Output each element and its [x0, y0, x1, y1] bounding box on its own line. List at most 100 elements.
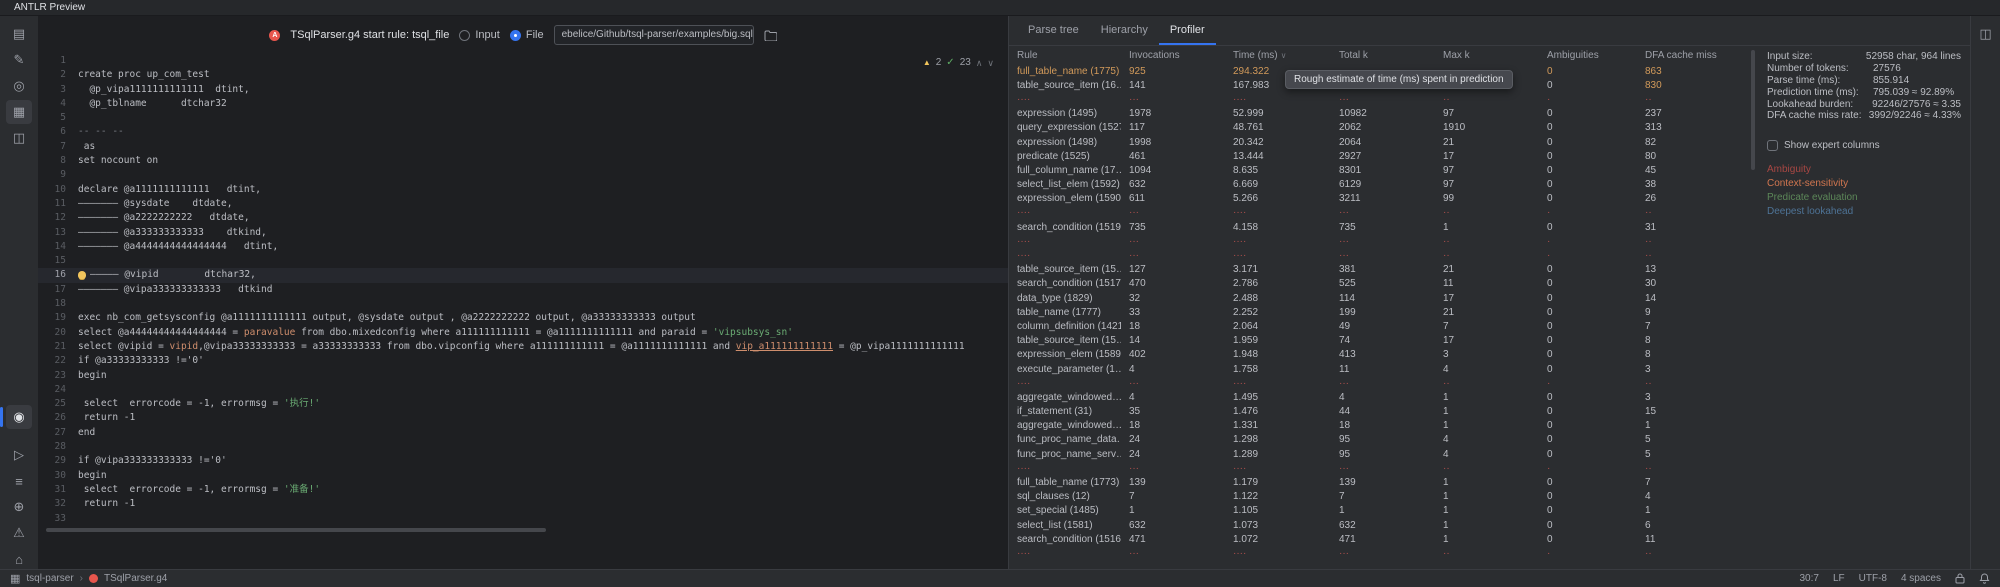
code-line[interactable]: -- -- -- [78, 125, 1008, 139]
table-row[interactable]: query_expression (1527)11748.76120621910… [1009, 121, 1749, 135]
tab-profiler[interactable]: Profiler [1159, 16, 1216, 45]
file-encoding[interactable]: UTF-8 [1859, 573, 1887, 584]
code-line[interactable] [78, 111, 1008, 125]
caret-position[interactable]: 30:7 [1799, 573, 1818, 584]
table-row[interactable]: column_definition (1421)182.06449707 [1009, 319, 1749, 333]
table-row[interactable]: ··················· [1009, 206, 1749, 220]
notification-bell-icon[interactable] [1979, 573, 1990, 584]
column-header-rule[interactable]: Rule [1009, 50, 1121, 61]
code-line[interactable] [78, 54, 1008, 68]
table-row[interactable]: func_proc_name_data…241.29895405 [1009, 433, 1749, 447]
checkbox-box-icon[interactable] [1767, 140, 1778, 151]
search-icon[interactable]: ◎ [6, 74, 32, 98]
commit-icon[interactable]: ✎ [6, 48, 32, 72]
table-row[interactable]: ··················· [1009, 92, 1749, 106]
next-issue-chevron-icon[interactable]: ∨ [987, 56, 994, 70]
column-header-invocations[interactable]: Invocations [1121, 50, 1225, 61]
column-header-ambiguities[interactable]: Ambiguities [1539, 50, 1637, 61]
code-line[interactable]: @p_tblname dtchar32 [78, 97, 1008, 111]
table-row[interactable]: ··················· [1009, 248, 1749, 262]
line-separator[interactable]: LF [1833, 573, 1845, 584]
table-row[interactable]: predicate (1525)46113.444292717080 [1009, 149, 1749, 163]
table-row[interactable]: full_column_name (17…10948.635830197045 [1009, 163, 1749, 177]
notifications-icon[interactable]: ◫ [1973, 22, 1999, 46]
services-icon[interactable]: ⌂ [6, 547, 32, 571]
code-line[interactable] [78, 512, 1008, 526]
structure-icon[interactable]: ▦ [6, 100, 32, 124]
breadcrumb-file[interactable]: TSqlParser.g4 [104, 573, 167, 584]
table-row[interactable]: aggregate_windowed…181.33118101 [1009, 419, 1749, 433]
code-line[interactable]: begin [78, 369, 1008, 383]
code-line[interactable]: exec nb_com_getsysconfig @a1111111111111… [78, 311, 1008, 325]
show-expert-columns-checkbox[interactable]: Show expert columns [1767, 140, 1961, 151]
code-line[interactable] [78, 254, 1008, 268]
lock-icon[interactable] [1955, 573, 1965, 584]
input-file-path-field[interactable]: ebelice/Github/tsql-parser/examples/big.… [554, 25, 754, 45]
code-line[interactable]: end [78, 426, 1008, 440]
table-row[interactable]: select_list (1581)6321.073632106 [1009, 518, 1749, 532]
code-line[interactable] [78, 440, 1008, 454]
table-row[interactable]: table_source_item (15…1273.17138121013 [1009, 263, 1749, 277]
code-line[interactable]: return -1 [78, 411, 1008, 425]
table-vscrollbar[interactable] [1749, 46, 1757, 569]
editor-hscrollbar[interactable] [38, 527, 1008, 533]
code-line[interactable]: @p_vipa1111111111111 dtint, [78, 83, 1008, 97]
column-header-total-k[interactable]: Total k [1331, 50, 1435, 61]
browse-folder-icon[interactable] [764, 30, 777, 41]
table-row[interactable]: set_special (1485)11.1051101 [1009, 504, 1749, 518]
code-line[interactable]: ——————— @a2222222222 dtdate, [78, 211, 1008, 225]
code-line[interactable]: if @vipa333333333333 !='0' [78, 454, 1008, 468]
table-row[interactable]: table_name (1777)332.2521992109 [1009, 305, 1749, 319]
radio-file[interactable]: File [510, 29, 544, 41]
radio-input[interactable]: Input [459, 29, 499, 41]
project-icon[interactable]: ▤ [6, 22, 32, 46]
table-row[interactable]: full_table_name (1773)1391.179139107 [1009, 475, 1749, 489]
code-line[interactable]: select errorcode = -1, errormsg = '准备!' [78, 483, 1008, 497]
editor-hscrollbar-thumb[interactable] [46, 528, 546, 532]
code-line[interactable] [78, 168, 1008, 182]
editor-code[interactable]: create proc up_com_test @p_vipa111111111… [78, 54, 1008, 569]
table-row[interactable]: table_source_item (15…141.959741708 [1009, 334, 1749, 348]
table-row[interactable]: select_list_elem (1592)6326.669612997038 [1009, 178, 1749, 192]
run-icon[interactable]: ▷ [6, 443, 32, 467]
bookmarks-icon[interactable]: ◫ [6, 126, 32, 150]
radio-file-circle-icon[interactable] [510, 30, 521, 41]
code-line[interactable]: return -1 [78, 497, 1008, 511]
radio-input-circle-icon[interactable] [459, 30, 470, 41]
code-line[interactable]: if @a33333333333 !='0' [78, 354, 1008, 368]
table-row[interactable]: search_condition (1516)4711.0724711011 [1009, 532, 1749, 546]
table-row[interactable]: search_condition (1517)4702.78652511030 [1009, 277, 1749, 291]
table-row[interactable]: aggregate_windowed…41.4954103 [1009, 390, 1749, 404]
code-line[interactable]: ——————— @vipa333333333333 dtkind [78, 283, 1008, 297]
code-line[interactable]: ——————— @sysdate dtdate, [78, 197, 1008, 211]
git-icon[interactable]: ⊕ [6, 495, 32, 519]
code-line[interactable]: create proc up_com_test [78, 68, 1008, 82]
indent-setting[interactable]: 4 spaces [1901, 573, 1941, 584]
code-line[interactable]: select @a44444444444444444 = paravalue f… [78, 326, 1008, 340]
table-vscrollbar-thumb[interactable] [1751, 50, 1755, 170]
column-header-dfa-cache-miss[interactable]: DFA cache miss [1637, 50, 1743, 61]
table-row[interactable]: expression_elem (1590)6115.266321199026 [1009, 192, 1749, 206]
table-row[interactable]: sql_clauses (12)71.1227104 [1009, 490, 1749, 504]
tab-parse-tree[interactable]: Parse tree [1017, 16, 1090, 45]
problems-icon[interactable]: ⚠ [6, 521, 32, 545]
code-line[interactable] [78, 297, 1008, 311]
table-row[interactable]: search_condition (1519)7354.1587351031 [1009, 220, 1749, 234]
code-line[interactable]: ——————— @a4444444444444444 dtint, [78, 240, 1008, 254]
table-row[interactable]: ··················· [1009, 461, 1749, 475]
code-line[interactable]: as [78, 140, 1008, 154]
code-line[interactable]: select errorcode = -1, errormsg = '执行!' [78, 397, 1008, 411]
code-line[interactable]: ——————— @a333333333333 dtkind, [78, 226, 1008, 240]
table-row[interactable]: data_type (1829)322.48811417014 [1009, 291, 1749, 305]
intention-bulb-icon[interactable] [78, 271, 86, 279]
prev-issue-chevron-icon[interactable]: ∧ [976, 56, 983, 70]
tab-hierarchy[interactable]: Hierarchy [1090, 16, 1159, 45]
code-line[interactable]: begin [78, 469, 1008, 483]
inspection-widget[interactable]: ▲ 2 ✓ 23 ∧ ∨ [923, 56, 994, 70]
column-header-max-k[interactable]: Max k [1435, 50, 1539, 61]
code-line[interactable]: select @vipid = vipid,@vipa33333333333 =… [78, 340, 1008, 354]
table-row[interactable]: expression (1495)197852.99910982970237 [1009, 107, 1749, 121]
table-row[interactable]: expression (1498)199820.342206421082 [1009, 135, 1749, 149]
editor[interactable]: 1234567891011121314151617181920212223242… [38, 54, 1008, 569]
table-row[interactable]: ··················· [1009, 234, 1749, 248]
